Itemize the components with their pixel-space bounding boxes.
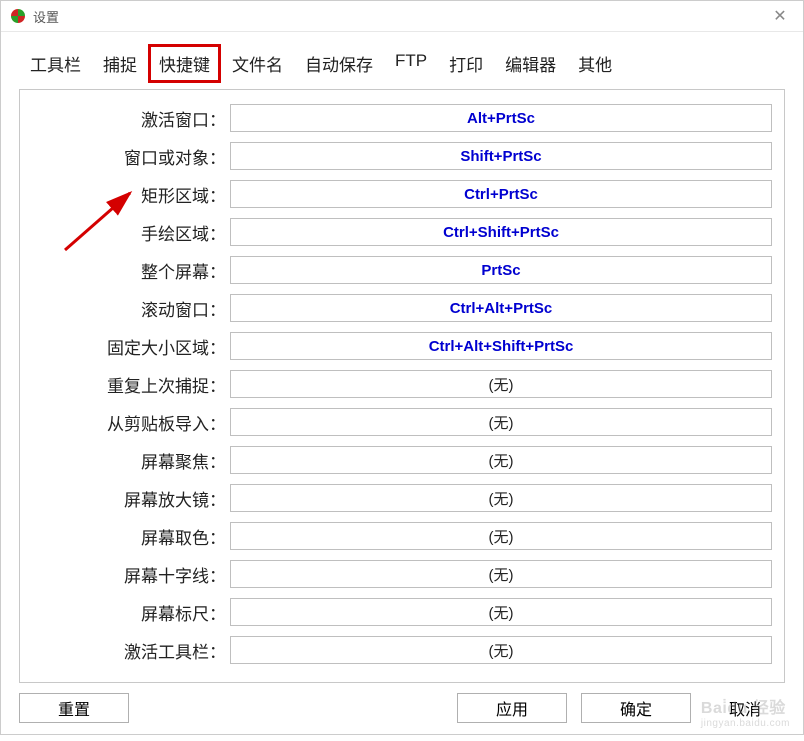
tab-editor[interactable]: 编辑器 (494, 44, 567, 83)
label-screen-focus: 屏幕聚焦： (32, 448, 230, 473)
row-crosshair: 屏幕十字线： (无) (32, 560, 772, 588)
tab-autosave[interactable]: 自动保存 (294, 44, 384, 83)
content-area: 工具栏 捕捉 快捷键 文件名 自动保存 FTP 打印 编辑器 其他 激活窗口： … (1, 32, 803, 693)
cancel-button[interactable]: 取消 (705, 693, 785, 723)
row-clipboard-import: 从剪贴板导入： (无) (32, 408, 772, 436)
label-fullscreen: 整个屏幕： (32, 258, 230, 283)
label-activate-toolbar: 激活工具栏： (32, 638, 230, 663)
label-ruler: 屏幕标尺： (32, 600, 230, 625)
field-freehand[interactable]: Ctrl+Shift+PrtSc (230, 218, 772, 246)
label-fixed-size: 固定大小区域： (32, 334, 230, 359)
field-screen-focus[interactable]: (无) (230, 446, 772, 474)
field-color-picker[interactable]: (无) (230, 522, 772, 550)
row-ruler: 屏幕标尺： (无) (32, 598, 772, 626)
field-fixed-size[interactable]: Ctrl+Alt+Shift+PrtSc (230, 332, 772, 360)
label-color-picker: 屏幕取色： (32, 524, 230, 549)
label-clipboard-import: 从剪贴板导入： (32, 410, 230, 435)
row-scrolling: 滚动窗口： Ctrl+Alt+PrtSc (32, 294, 772, 322)
field-magnifier[interactable]: (无) (230, 484, 772, 512)
label-rectangle: 矩形区域： (32, 182, 230, 207)
row-rectangle: 矩形区域： Ctrl+PrtSc (32, 180, 772, 208)
row-activate-toolbar: 激活工具栏： (无) (32, 636, 772, 664)
row-screen-focus: 屏幕聚焦： (无) (32, 446, 772, 474)
label-window-object: 窗口或对象： (32, 144, 230, 169)
row-color-picker: 屏幕取色： (无) (32, 522, 772, 550)
app-icon (9, 7, 27, 25)
field-repeat-last[interactable]: (无) (230, 370, 772, 398)
tab-hotkeys[interactable]: 快捷键 (148, 44, 221, 83)
field-crosshair[interactable]: (无) (230, 560, 772, 588)
tab-capture[interactable]: 捕捉 (92, 44, 148, 83)
hotkey-panel: 激活窗口： Alt+PrtSc 窗口或对象： Shift+PrtSc 矩形区域：… (19, 89, 785, 683)
field-fullscreen[interactable]: PrtSc (230, 256, 772, 284)
field-scrolling[interactable]: Ctrl+Alt+PrtSc (230, 294, 772, 322)
tab-ftp[interactable]: FTP (384, 44, 438, 83)
row-freehand: 手绘区域： Ctrl+Shift+PrtSc (32, 218, 772, 246)
tab-other[interactable]: 其他 (567, 44, 623, 83)
tabs-bar: 工具栏 捕捉 快捷键 文件名 自动保存 FTP 打印 编辑器 其他 (19, 44, 785, 83)
field-rectangle[interactable]: Ctrl+PrtSc (230, 180, 772, 208)
window-title: 设置 (33, 7, 765, 26)
tab-toolbar[interactable]: 工具栏 (19, 44, 92, 83)
label-freehand: 手绘区域： (32, 220, 230, 245)
row-window-object: 窗口或对象： Shift+PrtSc (32, 142, 772, 170)
reset-button[interactable]: 重置 (19, 693, 129, 723)
label-magnifier: 屏幕放大镜： (32, 486, 230, 511)
field-activate-toolbar[interactable]: (无) (230, 636, 772, 664)
field-ruler[interactable]: (无) (230, 598, 772, 626)
row-magnifier: 屏幕放大镜： (无) (32, 484, 772, 512)
close-icon[interactable]: ✕ (765, 1, 795, 31)
tab-print[interactable]: 打印 (438, 44, 494, 83)
label-active-window: 激活窗口： (32, 106, 230, 131)
ok-button[interactable]: 确定 (581, 693, 691, 723)
row-repeat-last: 重复上次捕捉： (无) (32, 370, 772, 398)
label-crosshair: 屏幕十字线： (32, 562, 230, 587)
row-active-window: 激活窗口： Alt+PrtSc (32, 104, 772, 132)
field-active-window[interactable]: Alt+PrtSc (230, 104, 772, 132)
row-fixed-size: 固定大小区域： Ctrl+Alt+Shift+PrtSc (32, 332, 772, 360)
apply-button[interactable]: 应用 (457, 693, 567, 723)
field-clipboard-import[interactable]: (无) (230, 408, 772, 436)
field-window-object[interactable]: Shift+PrtSc (230, 142, 772, 170)
row-fullscreen: 整个屏幕： PrtSc (32, 256, 772, 284)
settings-window: 设置 ✕ 工具栏 捕捉 快捷键 文件名 自动保存 FTP 打印 编辑器 其他 激… (0, 0, 804, 735)
label-scrolling: 滚动窗口： (32, 296, 230, 321)
bottom-bar: 重置 应用 确定 取消 (1, 693, 803, 741)
label-repeat-last: 重复上次捕捉： (32, 372, 230, 397)
tab-filename[interactable]: 文件名 (221, 44, 294, 83)
titlebar: 设置 ✕ (1, 1, 803, 32)
